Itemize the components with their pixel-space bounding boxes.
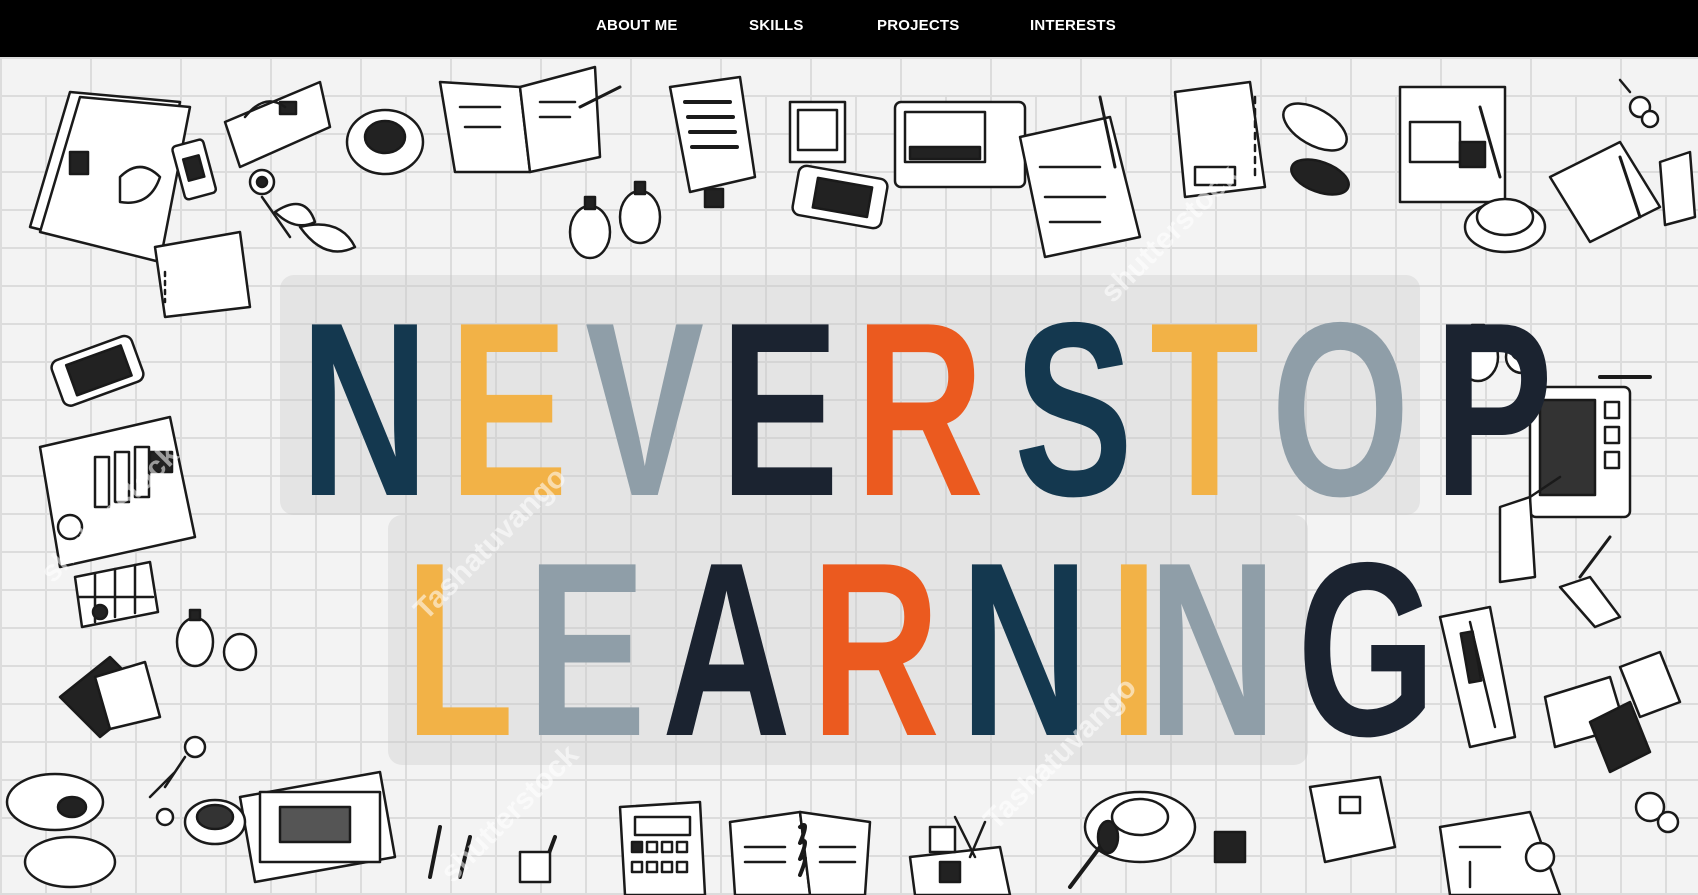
calendar-icon [73,560,160,629]
coffee-cup-icon [1068,790,1197,889]
notebook-icon [438,65,622,174]
hero-banner-image: NEVER STOP LEARNING Tashatuvango shutter… [0,57,1698,895]
phone-icon [171,138,218,201]
calculator-icon [618,800,707,895]
page: ABOUT ME SKILLS PROJECTS INTERESTS N E V… [0,0,1698,895]
envelope-icon [58,655,162,739]
keys-icon [1634,791,1680,834]
headline-letter: N [1148,510,1278,788]
nav-link-about-me[interactable]: ABOUT ME [596,0,678,52]
documents-icon [1438,810,1562,895]
top-nav-bar: ABOUT ME SKILLS PROJECTS INTERESTS [0,0,1698,57]
headline-letter: G [1297,510,1437,788]
nav-link-interests[interactable]: INTERESTS [1030,0,1116,52]
envelope-icon [1543,650,1682,774]
notebook-icon [153,230,252,319]
pens-icon [1558,535,1622,629]
headline-never-stop: NEVER STOP [300,285,1570,533]
notebook-icon [728,810,872,895]
headline-learning: LEARNING [405,525,1460,773]
headline-letter: E [526,510,646,788]
laptop-icon [238,770,397,884]
clipboard-icon [1018,95,1142,259]
notebook-icon [1548,140,1662,244]
headline-letter: P [1434,270,1554,548]
headline-letter: R [811,510,940,788]
headline-letter: V [584,270,704,548]
headline-letter: T [1149,270,1259,548]
coffee-cup-icon [5,772,247,889]
headline-letter: O [1271,270,1411,548]
headline-letter: A [661,510,791,788]
wallet-icon [1213,775,1397,864]
plant-icon [248,168,357,253]
folder-icon [28,90,192,264]
nav-link-projects[interactable]: PROJECTS [877,0,959,52]
headline-letter: E [719,270,840,548]
headline-letter: N [300,270,429,548]
glasses-icon [1282,102,1350,196]
notebook-icon [1658,150,1697,227]
bottles-icon [568,180,662,260]
keys-icon [1618,78,1660,129]
nav-link-skills[interactable]: SKILLS [749,0,804,52]
headline-letter: S [1014,270,1134,548]
bottles-icon [175,608,258,672]
coffee-cup-icon [345,108,425,176]
notepad-icon [1398,85,1547,254]
handbag-icon [223,80,332,169]
phone-icon [50,334,145,407]
headline-letter: R [855,270,985,548]
